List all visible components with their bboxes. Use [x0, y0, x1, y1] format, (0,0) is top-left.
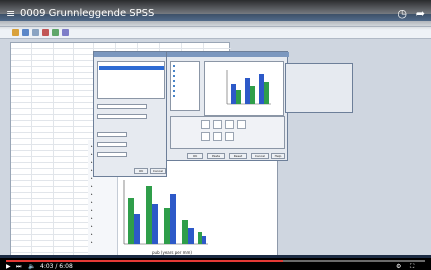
variable-field[interactable]: [97, 104, 147, 109]
dialog-cancel-button[interactable]: Cancel: [150, 168, 166, 174]
bar-group-4: [182, 220, 194, 244]
option-field-2[interactable]: [97, 142, 127, 147]
bar: [134, 214, 140, 244]
gallery-bar-simple[interactable]: [201, 120, 210, 129]
share-icon[interactable]: ➦: [416, 7, 425, 20]
gallery-bar-dot[interactable]: [225, 132, 234, 141]
time-display: 4:03 / 6:08: [40, 263, 73, 270]
element-properties-panel[interactable]: [285, 63, 353, 113]
option-field[interactable]: [97, 132, 127, 137]
chart-preview-bars: [226, 70, 271, 105]
chart-builder-cancel-button[interactable]: Cancel: [251, 153, 269, 159]
bar: [128, 198, 134, 244]
clock-icon[interactable]: ◷: [397, 7, 407, 20]
bar: [188, 228, 194, 244]
selected-variable-row[interactable]: [99, 66, 164, 70]
dialog-ok-button[interactable]: OK: [134, 168, 148, 174]
chart-builder-paste-button[interactable]: Paste: [207, 153, 225, 159]
print-icon[interactable]: [32, 29, 39, 36]
bar: [182, 220, 188, 244]
video-player[interactable]: ▸ ▸ ▸ ▸ ▸ ▸ ▸ ▸ ▸ ▸ ▸ ▸ ▸ pub (years per…: [0, 0, 431, 270]
bar: [164, 208, 170, 244]
preview-bar: [236, 90, 241, 104]
gallery-bar-range[interactable]: [213, 132, 222, 141]
variables-icon[interactable]: [62, 29, 69, 36]
bar-group-1: [128, 198, 140, 244]
select-variables-dialog[interactable]: OK Cancel: [93, 51, 167, 177]
preview-bar: [245, 78, 250, 104]
play-icon[interactable]: ▶: [6, 263, 11, 270]
bar-group-2: [146, 186, 158, 244]
chart-builder-ok-button[interactable]: OK: [187, 153, 203, 159]
bar: [198, 232, 202, 244]
fullscreen-icon[interactable]: ⛶: [410, 263, 414, 270]
chart-builder-reset-button[interactable]: Reset: [229, 153, 247, 159]
gallery-bar-3d[interactable]: [237, 120, 246, 129]
gallery-bar-clustered[interactable]: [213, 120, 222, 129]
option-field-3[interactable]: [97, 152, 127, 157]
chart-preview-canvas[interactable]: [204, 61, 284, 116]
hamburger-menu-icon[interactable]: ≡: [6, 7, 15, 20]
save-icon[interactable]: [22, 29, 29, 36]
bar: [152, 204, 158, 244]
variable-field-2[interactable]: [97, 114, 147, 119]
bar: [170, 194, 176, 244]
gallery-bar-stacked[interactable]: [225, 120, 234, 129]
variables-listbox[interactable]: [97, 61, 165, 99]
output-bar-chart[interactable]: [120, 178, 210, 256]
video-title[interactable]: 0009 Grunnleggende SPSS: [20, 8, 154, 19]
gallery-bar-error[interactable]: [201, 132, 210, 141]
chart-icon[interactable]: [52, 29, 59, 36]
undo-icon[interactable]: [42, 29, 49, 36]
video-progress-fill[interactable]: [6, 260, 283, 262]
chart-builder-help-button[interactable]: Help: [271, 153, 285, 159]
bar-group-5: [198, 232, 206, 244]
desktop-capture: ▸ ▸ ▸ ▸ ▸ ▸ ▸ ▸ ▸ ▸ ▸ ▸ ▸ pub (years per…: [0, 0, 431, 262]
preview-bar: [259, 74, 264, 104]
settings-icon[interactable]: ⚙: [396, 263, 401, 270]
chart-builder-dialog[interactable]: OK Paste Reset Cancel Help: [166, 51, 289, 161]
preview-bar: [231, 84, 236, 104]
volume-icon[interactable]: 🔈: [28, 263, 35, 270]
next-icon[interactable]: ⏭: [16, 263, 21, 270]
bar-group-3: [164, 194, 176, 244]
bar: [202, 236, 206, 244]
chart-builder-variable-list[interactable]: [170, 61, 200, 111]
bar: [146, 186, 152, 244]
chart-type-gallery[interactable]: [170, 116, 285, 149]
preview-bar: [250, 86, 255, 104]
preview-bar: [264, 82, 269, 104]
open-icon[interactable]: [12, 29, 19, 36]
video-top-overlay: ≡ 0009 Grunnleggende SPSS ◷ ➦: [0, 0, 431, 30]
